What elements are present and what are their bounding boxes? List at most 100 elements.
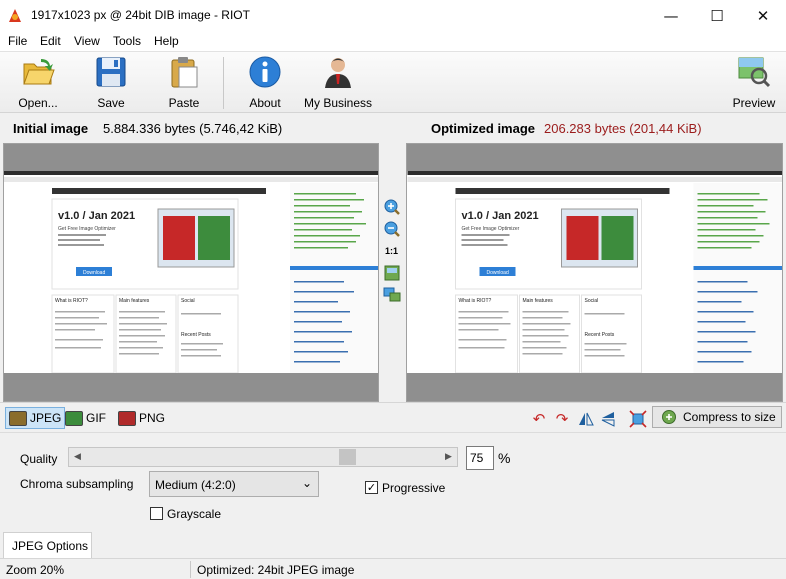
optimized-image-panel[interactable]: v1.0 / Jan 2021 Get Free Image Optimizer… bbox=[406, 143, 783, 402]
quality-slider[interactable]: ◀ ▶ bbox=[68, 447, 458, 467]
initial-image-panel[interactable]: v1.0 / Jan 2021 Get Free Image Optimizer… bbox=[3, 143, 379, 402]
fit-to-window-icon[interactable] bbox=[383, 264, 401, 282]
chroma-subsampling-value: Medium (4:2:0) bbox=[155, 478, 236, 492]
chroma-subsampling-select[interactable]: Medium (4:2:0) ⌄ bbox=[149, 471, 319, 497]
screenshot-subheadline: Get Free Image Optimizer bbox=[462, 226, 520, 232]
menu-file[interactable]: File bbox=[8, 34, 27, 48]
sync-views-icon[interactable] bbox=[383, 285, 401, 303]
actual-size-button[interactable]: 1:1 bbox=[385, 246, 398, 256]
floppy-disk-icon bbox=[96, 57, 126, 87]
folder-open-icon bbox=[23, 59, 55, 85]
info-icon bbox=[249, 56, 281, 88]
riot-app-icon bbox=[9, 9, 21, 22]
website-screenshot-image: v1.0 / Jan 2021 Get Free Image Optimizer… bbox=[4, 171, 378, 374]
jpeg-file-icon bbox=[9, 410, 27, 426]
businessman-icon bbox=[325, 58, 351, 88]
about-button[interactable]: About bbox=[244, 55, 286, 111]
tab-jpeg-options[interactable]: JPEG Options bbox=[3, 532, 92, 558]
gif-file-icon bbox=[65, 410, 83, 426]
flip-horizontal-icon[interactable] bbox=[577, 410, 595, 428]
preview-label: Preview bbox=[732, 96, 776, 110]
quality-input[interactable]: 75 bbox=[466, 446, 494, 470]
slider-right-arrow-icon[interactable]: ▶ bbox=[440, 448, 457, 466]
toolbar: Open... Save Paste About My Business Pre… bbox=[0, 51, 786, 113]
my-business-label: My Business bbox=[303, 96, 373, 110]
toolbar-separator bbox=[223, 57, 224, 109]
progressive-checkbox[interactable]: ✓ bbox=[365, 481, 378, 494]
menu-bar: File Edit View Tools Help bbox=[0, 31, 786, 51]
progressive-label: Progressive bbox=[382, 481, 446, 495]
screenshot-headline: v1.0 / Jan 2021 bbox=[462, 210, 539, 222]
image-info-bar: Initial image 5.884.336 bytes (5.746,42 … bbox=[0, 113, 786, 143]
png-file-icon bbox=[118, 410, 136, 426]
initial-image-size: 5.884.336 bytes (5.746,42 KiB) bbox=[103, 121, 283, 136]
quality-label: Quality bbox=[20, 452, 58, 466]
title-bar: 1917x1023 px @ 24bit DIB image - RIOT — … bbox=[0, 0, 786, 31]
screenshot-social: Social bbox=[181, 298, 195, 304]
window-title: 1917x1023 px @ 24bit DIB image - RIOT bbox=[31, 8, 250, 22]
zoom-out-icon[interactable] bbox=[383, 220, 401, 238]
resize-icon[interactable] bbox=[629, 410, 647, 428]
grayscale-checkbox[interactable] bbox=[150, 507, 163, 520]
menu-help[interactable]: Help bbox=[154, 34, 179, 48]
screenshot-what-is: What is RIOT? bbox=[55, 298, 88, 304]
quality-slider-thumb[interactable] bbox=[339, 449, 356, 465]
rotate-right-icon[interactable]: ↷ bbox=[553, 410, 571, 428]
save-button[interactable]: Save bbox=[90, 55, 132, 111]
panel-top-margin bbox=[4, 144, 378, 171]
open-label: Open... bbox=[18, 96, 58, 110]
panel-bottom-margin bbox=[407, 373, 782, 401]
preview-magnifier-icon bbox=[738, 57, 771, 88]
tab-jpeg-label: JPEG bbox=[30, 411, 62, 425]
jpeg-options-panel: Quality ◀ ▶ 75 % Chroma subsampling Medi… bbox=[0, 432, 786, 532]
zoom-status: Zoom 20% bbox=[6, 563, 65, 577]
tab-gif[interactable]: GIF bbox=[62, 407, 109, 429]
maximize-icon: ☐ bbox=[710, 6, 724, 25]
screenshot-recent-posts: Recent Posts bbox=[181, 332, 211, 338]
compress-icon bbox=[662, 410, 676, 424]
menu-edit[interactable]: Edit bbox=[40, 34, 61, 48]
panel-top-margin bbox=[407, 144, 782, 171]
my-business-button[interactable]: My Business bbox=[302, 55, 374, 111]
screenshot-subheadline: Get Free Image Optimizer bbox=[58, 226, 116, 232]
maximize-button[interactable]: ☐ bbox=[694, 0, 740, 31]
close-icon: ✕ bbox=[756, 6, 770, 25]
quality-percent-unit: % bbox=[498, 450, 511, 466]
screenshot-main-features: Main features bbox=[119, 298, 150, 304]
zoom-controls: 1:1 bbox=[379, 143, 406, 402]
menu-view[interactable]: View bbox=[74, 34, 100, 48]
optimized-image-label: Optimized image bbox=[431, 121, 536, 136]
website-screenshot-image: v1.0 / Jan 2021 Get Free Image Optimizer… bbox=[407, 171, 782, 374]
about-label: About bbox=[249, 96, 281, 110]
rotate-left-icon[interactable]: ↶ bbox=[530, 410, 548, 428]
preview-button[interactable]: Preview bbox=[730, 55, 778, 111]
tab-jpeg[interactable]: JPEG bbox=[5, 407, 66, 429]
screenshot-social: Social bbox=[585, 298, 599, 304]
grayscale-label: Grayscale bbox=[167, 507, 222, 521]
menu-tools[interactable]: Tools bbox=[113, 34, 141, 48]
tab-png-label: PNG bbox=[139, 411, 166, 425]
screenshot-what-is: What is RIOT? bbox=[459, 298, 492, 304]
tab-png[interactable]: PNG bbox=[115, 407, 168, 429]
optimized-image-size: 206.283 bytes (201,44 KiB) bbox=[544, 121, 702, 136]
compress-to-size-button[interactable]: Compress to size bbox=[652, 406, 782, 428]
compress-to-size-label: Compress to size bbox=[683, 410, 776, 424]
minimize-button[interactable]: — bbox=[648, 0, 694, 31]
save-label: Save bbox=[97, 96, 125, 110]
panel-bottom-margin bbox=[4, 373, 378, 401]
flip-vertical-icon[interactable] bbox=[599, 410, 617, 428]
open-button[interactable]: Open... bbox=[12, 55, 64, 111]
screenshot-headline: v1.0 / Jan 2021 bbox=[58, 210, 135, 222]
paste-button[interactable]: Paste bbox=[162, 55, 206, 111]
screenshot-download: Download bbox=[83, 270, 105, 276]
minimize-icon: — bbox=[663, 6, 679, 25]
zoom-in-icon[interactable] bbox=[383, 198, 401, 216]
tab-gif-label: GIF bbox=[86, 411, 106, 425]
screenshot-download: Download bbox=[487, 270, 509, 276]
clipboard-paste-icon bbox=[171, 57, 198, 88]
close-button[interactable]: ✕ bbox=[740, 0, 786, 31]
chevron-down-icon: ⌄ bbox=[301, 476, 312, 490]
optimized-image-view: v1.0 / Jan 2021 Get Free Image Optimizer… bbox=[407, 171, 782, 374]
screenshot-main-features: Main features bbox=[523, 298, 554, 304]
slider-left-arrow-icon[interactable]: ◀ bbox=[69, 448, 86, 466]
